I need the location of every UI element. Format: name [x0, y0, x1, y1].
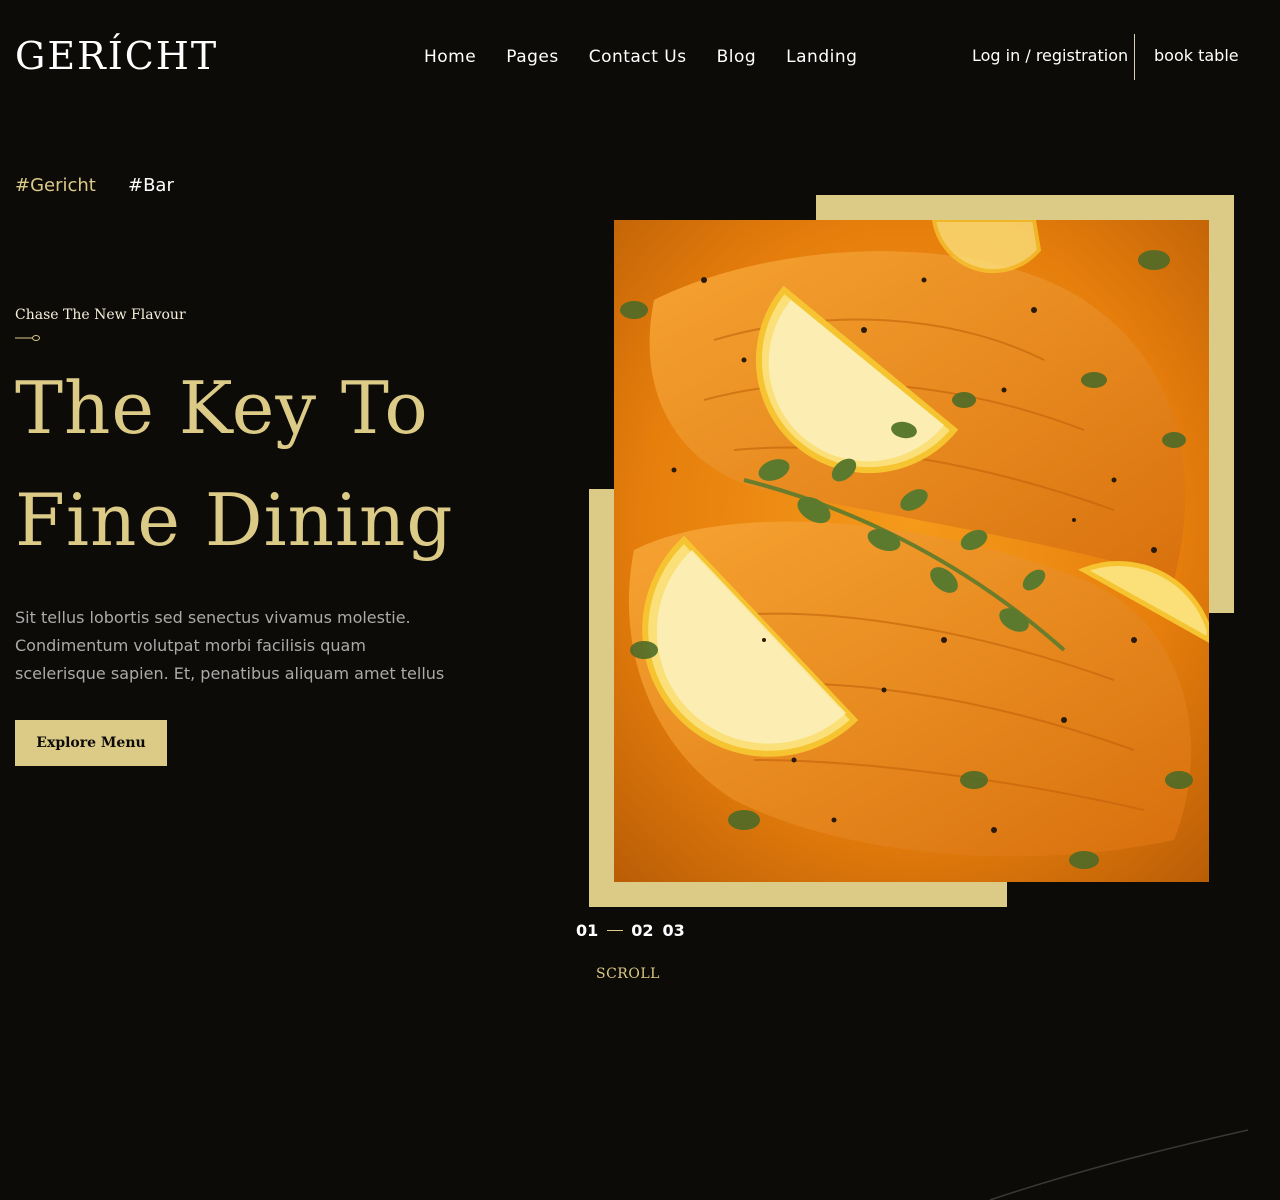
- slide-indicator: 01 02 03: [576, 921, 685, 940]
- nav-pages[interactable]: Pages: [506, 47, 559, 67]
- tag-bar[interactable]: #Bar: [128, 175, 174, 196]
- nav-home[interactable]: Home: [424, 47, 476, 67]
- slide-03[interactable]: 03: [663, 921, 685, 940]
- slide-active-dash: [607, 930, 624, 931]
- slide-01[interactable]: 01: [576, 921, 598, 940]
- nav-contact-us[interactable]: Contact Us: [589, 47, 687, 67]
- slide-02[interactable]: 02: [631, 921, 653, 940]
- main-nav: Home Pages Contact Us Blog Landing: [424, 47, 857, 67]
- spoon-icon: [15, 335, 40, 341]
- hero-headline: The Key To Fine Dining: [15, 352, 453, 576]
- hero-description: Sit tellus lobortis sed senectus vivamus…: [15, 608, 445, 683]
- scroll-label[interactable]: SCROLL: [596, 966, 660, 982]
- book-table-link[interactable]: book table: [1154, 46, 1239, 65]
- site-logo[interactable]: GERÍCHT: [15, 34, 218, 78]
- tag-gericht[interactable]: #Gericht: [15, 175, 96, 196]
- header-divider: [1134, 34, 1135, 80]
- headline-line-2: Fine Dining: [15, 478, 454, 562]
- login-registration-link[interactable]: Log in / registration: [972, 46, 1128, 65]
- explore-menu-button[interactable]: Explore Menu: [15, 720, 167, 766]
- hero-food-image: [614, 220, 1209, 882]
- nav-blog[interactable]: Blog: [717, 47, 757, 67]
- headline-line-1: The Key To: [15, 366, 429, 450]
- hero-subtitle: Chase The New Flavour: [15, 307, 186, 323]
- nav-landing[interactable]: Landing: [786, 47, 857, 67]
- salmon-dish-illustration: [614, 220, 1209, 882]
